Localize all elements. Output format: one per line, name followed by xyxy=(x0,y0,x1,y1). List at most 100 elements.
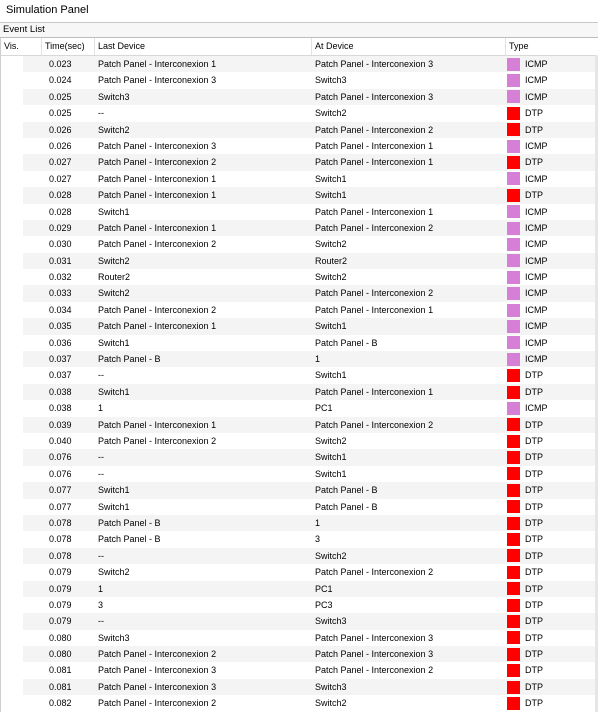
table-row[interactable]: 0.038 1 PC1 ICMP xyxy=(1,400,598,417)
row-vis-cell[interactable] xyxy=(1,449,23,466)
row-vis-cell[interactable] xyxy=(1,301,23,319)
row-vis-cell[interactable] xyxy=(1,367,23,384)
header-last-device[interactable]: Last Device xyxy=(95,38,312,55)
last-device-cell: Switch1 xyxy=(98,386,130,397)
table-row[interactable]: 0.076 -- Switch1 DTP xyxy=(1,465,598,483)
row-vis-cell[interactable] xyxy=(1,416,23,433)
table-row[interactable]: 0.035 Patch Panel - Interconexion 1 Switch… xyxy=(1,318,598,335)
type-label: DTP xyxy=(525,681,543,692)
row-vis-cell[interactable] xyxy=(1,482,23,499)
row-vis-cell[interactable] xyxy=(1,88,23,106)
event-list-table[interactable]: Vis. Time(sec) Last Device At Device Typ… xyxy=(0,38,598,712)
row-vis-cell[interactable] xyxy=(1,170,23,188)
table-row[interactable]: 0.082 Patch Panel - Interconexion 2 Switch… xyxy=(1,695,598,712)
type-cell: DTP xyxy=(506,581,598,597)
table-row[interactable]: 0.077 Switch1 Patch Panel - B DTP xyxy=(1,498,598,515)
at-device-cell: Patch Panel - Interconexion 2 xyxy=(315,222,434,233)
table-row[interactable]: 0.038 Switch1 Patch Panel - Interconexion … xyxy=(1,383,598,401)
table-row[interactable]: 0.079 -- Switch3 DTP xyxy=(1,613,598,630)
row-vis-cell[interactable] xyxy=(1,285,23,302)
table-row[interactable]: 0.036 Switch1 Patch Panel - B ICMP xyxy=(1,334,598,352)
header-type[interactable]: Type xyxy=(506,38,598,55)
last-device-cell: Switch2 xyxy=(98,255,130,266)
table-row[interactable]: 0.078 -- Switch2 DTP xyxy=(1,547,598,565)
table-row[interactable]: 0.076 -- Switch1 DTP xyxy=(1,449,598,466)
table-row[interactable]: 0.079 3 PC3 DTP xyxy=(1,596,598,614)
row-vis-cell[interactable] xyxy=(1,203,23,220)
row-vis-cell[interactable] xyxy=(1,137,23,155)
row-vis-cell[interactable] xyxy=(1,498,23,515)
row-vis-cell[interactable] xyxy=(1,187,23,204)
type-color-swatch xyxy=(507,434,520,448)
row-vis-cell[interactable] xyxy=(1,400,23,417)
table-row[interactable]: 0.026 Switch2 Patch Panel - Interconexion … xyxy=(1,121,598,138)
table-row[interactable]: 0.030 Patch Panel - Interconexion 2 Switch… xyxy=(1,236,598,253)
row-vis-cell[interactable] xyxy=(1,269,23,286)
table-row[interactable]: 0.077 Switch1 Patch Panel - B DTP xyxy=(1,482,598,499)
table-row[interactable]: 0.023 Patch Panel - Interconexion 1 Patch … xyxy=(1,56,598,73)
at-device-cell: Switch2 xyxy=(315,698,347,709)
row-vis-cell[interactable] xyxy=(1,580,23,597)
row-vis-cell[interactable] xyxy=(1,383,23,401)
last-device-cell: Patch Panel - B xyxy=(98,354,161,365)
table-row[interactable]: 0.027 Patch Panel - Interconexion 1 Switch… xyxy=(1,170,598,188)
row-vis-cell[interactable] xyxy=(1,629,23,647)
table-row[interactable]: 0.081 Patch Panel - Interconexion 3 Switch… xyxy=(1,678,598,696)
row-vis-cell[interactable] xyxy=(1,219,23,237)
row-vis-cell[interactable] xyxy=(1,351,23,368)
table-row[interactable]: 0.027 Patch Panel - Interconexion 2 Patch … xyxy=(1,154,598,171)
row-vis-cell[interactable] xyxy=(1,334,23,352)
table-row[interactable]: 0.026 Patch Panel - Interconexion 3 Patch … xyxy=(1,137,598,155)
row-vis-cell[interactable] xyxy=(1,646,23,663)
row-vis-cell[interactable] xyxy=(1,547,23,565)
table-row[interactable]: 0.079 1 PC1 DTP xyxy=(1,580,598,597)
table-row[interactable]: 0.028 Switch1 Patch Panel - Interconexion … xyxy=(1,203,598,220)
row-vis-cell[interactable] xyxy=(1,121,23,138)
row-vis-cell[interactable] xyxy=(1,514,23,532)
row-vis-cell[interactable] xyxy=(1,318,23,335)
table-row[interactable]: 0.025 -- Switch2 DTP xyxy=(1,105,598,122)
table-row[interactable]: 0.078 Patch Panel - B 3 DTP xyxy=(1,531,598,548)
type-label: DTP xyxy=(525,124,543,135)
row-vis-cell[interactable] xyxy=(1,531,23,548)
table-row[interactable]: 0.025 Switch3 Patch Panel - Interconexion … xyxy=(1,88,598,106)
row-vis-cell[interactable] xyxy=(1,662,23,679)
row-vis-cell[interactable] xyxy=(1,564,23,581)
row-vis-cell[interactable] xyxy=(1,252,23,270)
at-device-cell: Switch1 xyxy=(315,370,347,381)
row-vis-cell[interactable] xyxy=(1,236,23,253)
at-device-cell: PC1 xyxy=(315,403,333,414)
row-vis-cell[interactable] xyxy=(1,56,23,73)
row-cells: 0.037 Patch Panel - B 1 ICMP xyxy=(23,351,598,368)
row-vis-cell[interactable] xyxy=(1,613,23,630)
table-row[interactable]: 0.080 Switch3 Patch Panel - Interconexion … xyxy=(1,629,598,647)
table-row[interactable]: 0.024 Patch Panel - Interconexion 3 Switch… xyxy=(1,72,598,89)
table-row[interactable]: 0.037 Patch Panel - B 1 ICMP xyxy=(1,351,598,368)
table-row[interactable]: 0.039 Patch Panel - Interconexion 1 Patch … xyxy=(1,416,598,433)
table-row[interactable]: 0.081 Patch Panel - Interconexion 3 Patch … xyxy=(1,662,598,679)
table-row[interactable]: 0.079 Switch2 Patch Panel - Interconexion … xyxy=(1,564,598,581)
table-row[interactable]: 0.040 Patch Panel - Interconexion 2 Switch… xyxy=(1,432,598,450)
row-vis-cell[interactable] xyxy=(1,596,23,614)
row-vis-cell[interactable] xyxy=(1,695,23,712)
type-label: ICMP xyxy=(525,304,548,315)
row-vis-cell[interactable] xyxy=(1,678,23,696)
table-row[interactable]: 0.078 Patch Panel - B 1 DTP xyxy=(1,514,598,532)
header-time[interactable]: Time(sec) xyxy=(42,38,95,55)
row-vis-cell[interactable] xyxy=(1,72,23,89)
table-row[interactable]: 0.037 -- Switch1 DTP xyxy=(1,367,598,384)
table-row[interactable]: 0.033 Switch2 Patch Panel - Interconexion … xyxy=(1,285,598,302)
header-vis[interactable]: Vis. xyxy=(1,38,42,55)
row-vis-cell[interactable] xyxy=(1,105,23,122)
table-row[interactable]: 0.031 Switch2 Router2 ICMP xyxy=(1,252,598,270)
table-row[interactable]: 0.028 Patch Panel - Interconexion 1 Switch… xyxy=(1,187,598,204)
last-device-cell: Patch Panel - Interconexion 1 xyxy=(98,59,217,69)
table-row[interactable]: 0.080 Patch Panel - Interconexion 2 Patch … xyxy=(1,646,598,663)
table-row[interactable]: 0.029 Patch Panel - Interconexion 1 Patch … xyxy=(1,219,598,237)
table-row[interactable]: 0.032 Router2 Switch2 ICMP xyxy=(1,269,598,286)
row-vis-cell[interactable] xyxy=(1,154,23,171)
header-at-device[interactable]: At Device xyxy=(312,38,506,55)
row-vis-cell[interactable] xyxy=(1,465,23,483)
table-row[interactable]: 0.034 Patch Panel - Interconexion 2 Patch … xyxy=(1,301,598,319)
row-vis-cell[interactable] xyxy=(1,432,23,450)
